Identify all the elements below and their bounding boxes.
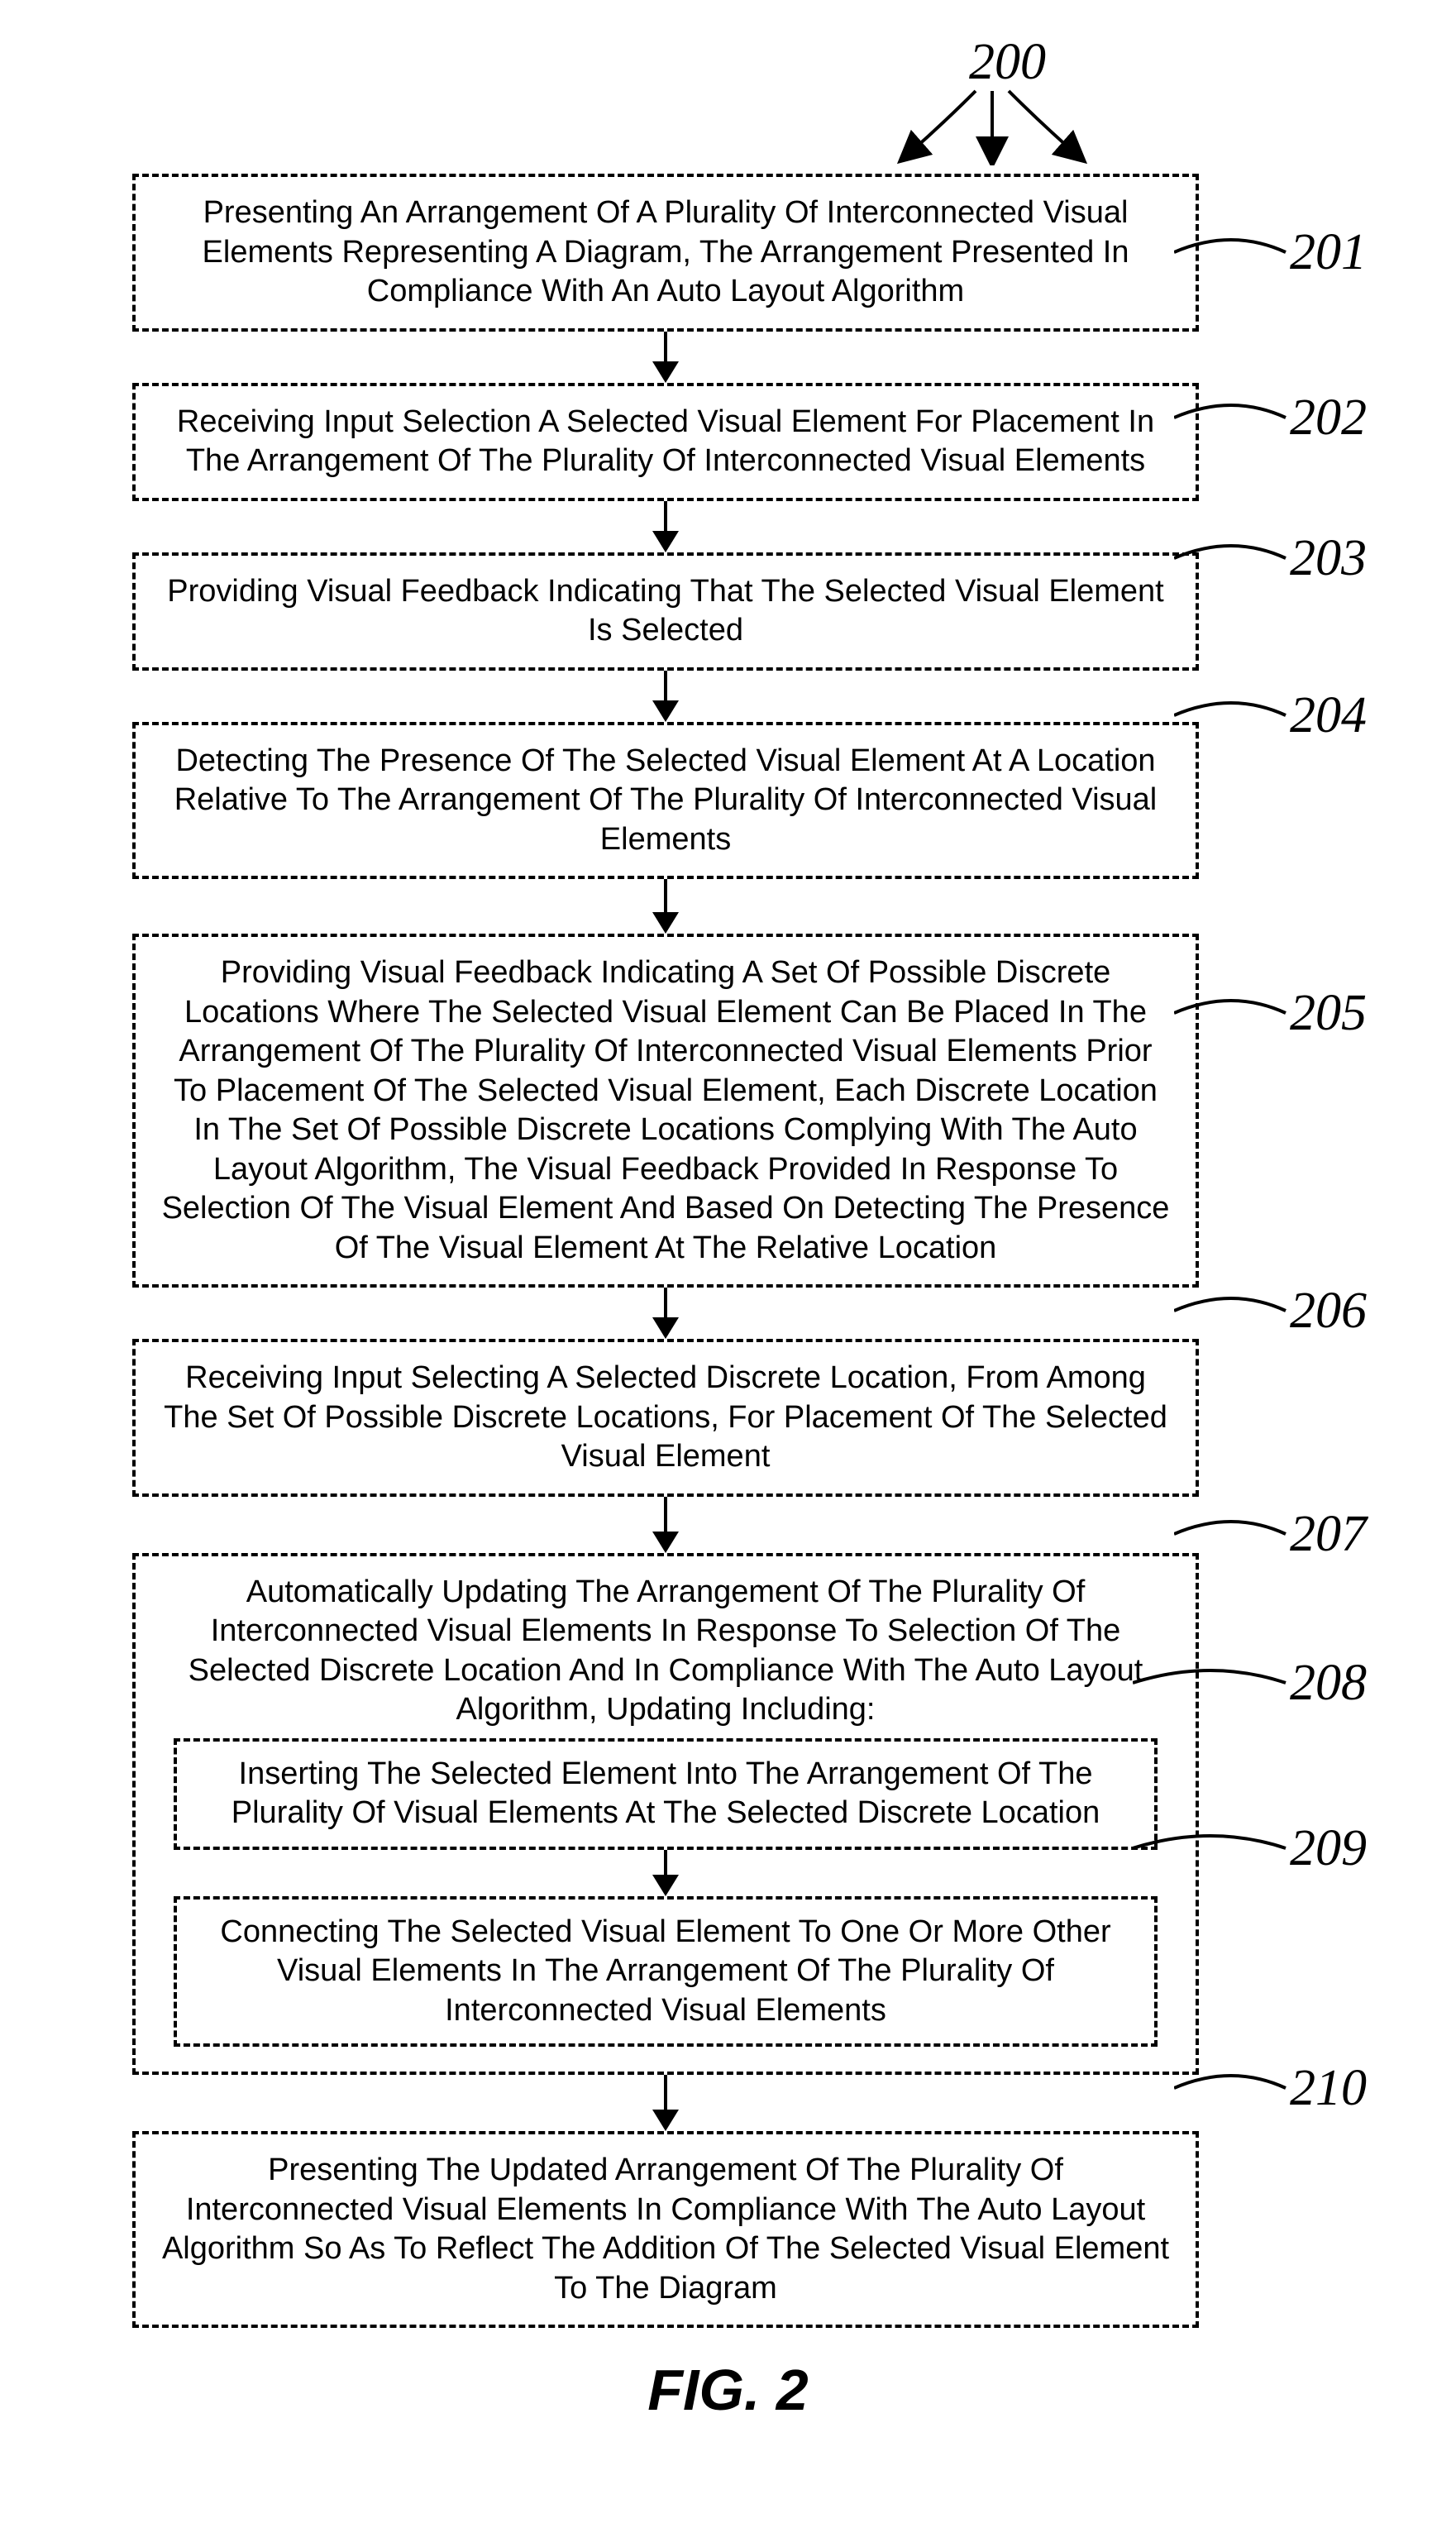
ref-207: 207 (1290, 1505, 1367, 1564)
arrow (652, 1288, 679, 1339)
step-207: Automatically Updating The Arrangement O… (132, 1553, 1199, 2076)
arrow (652, 879, 679, 934)
arrow (652, 1497, 679, 1553)
figure-page: 200 Presenting An Arrangement Of A Plura… (0, 0, 1456, 2528)
leader-203 (1174, 533, 1290, 583)
arrow (652, 332, 679, 383)
leader-205 (1174, 988, 1290, 1038)
step-201-text: Presenting An Arrangement Of A Plurality… (203, 195, 1129, 308)
ref-209: 209 (1290, 1819, 1367, 1878)
leader-206 (1174, 1286, 1290, 1336)
step-207-text: Automatically Updating The Arrangement O… (189, 1575, 1143, 1728)
step-206: Receiving Input Selecting A Selected Dis… (132, 1339, 1199, 1497)
leader-204 (1174, 691, 1290, 740)
step-210-text: Presenting The Updated Arrangement Of Th… (162, 2153, 1169, 2306)
arrow (652, 501, 679, 552)
step-208: Inserting The Selected Element Into The … (174, 1738, 1158, 1850)
step-209: Connecting The Selected Visual Element T… (174, 1896, 1158, 2048)
step-201: Presenting An Arrangement Of A Plurality… (132, 174, 1199, 332)
step-207-inner: Inserting The Selected Element Into The … (160, 1738, 1171, 2048)
step-203: Providing Visual Feedback Indicating Tha… (132, 552, 1199, 671)
step-203-text: Providing Visual Feedback Indicating Tha… (167, 574, 1163, 648)
leader-210 (1174, 2063, 1290, 2113)
step-204-text: Detecting The Presence Of The Selected V… (174, 743, 1158, 857)
arrow (652, 1850, 679, 1896)
step-206-text: Receiving Input Selecting A Selected Dis… (164, 1360, 1167, 1474)
ref-200-fanout (876, 83, 1091, 165)
flowchart: Presenting An Arrangement Of A Plurality… (107, 174, 1224, 2328)
ref-201: 201 (1290, 223, 1367, 282)
ref-202: 202 (1290, 389, 1367, 447)
step-210: Presenting The Updated Arrangement Of Th… (132, 2131, 1199, 2328)
ref-205: 205 (1290, 984, 1367, 1043)
step-208-text: Inserting The Selected Element Into The … (232, 1756, 1100, 1831)
step-204: Detecting The Presence Of The Selected V… (132, 722, 1199, 880)
leader-207 (1174, 1509, 1290, 1559)
step-209-text: Connecting The Selected Visual Element T… (220, 1914, 1110, 2028)
arrow (652, 671, 679, 722)
ref-210: 210 (1290, 2059, 1367, 2118)
arrow (652, 2075, 679, 2131)
step-205-text: Providing Visual Feedback Indicating A S… (162, 955, 1170, 1265)
ref-203: 203 (1290, 529, 1367, 588)
leader-208 (1133, 1658, 1290, 1708)
step-205: Providing Visual Feedback Indicating A S… (132, 934, 1199, 1288)
figure-caption: FIG. 2 (0, 2357, 1456, 2423)
leader-209 (1133, 1823, 1290, 1873)
step-202: Receiving Input Selection A Selected Vis… (132, 383, 1199, 501)
ref-204: 204 (1290, 686, 1367, 745)
step-202-text: Receiving Input Selection A Selected Vis… (177, 404, 1154, 479)
leader-201 (1174, 227, 1290, 277)
ref-206: 206 (1290, 1282, 1367, 1340)
leader-202 (1174, 393, 1290, 442)
ref-208: 208 (1290, 1654, 1367, 1713)
